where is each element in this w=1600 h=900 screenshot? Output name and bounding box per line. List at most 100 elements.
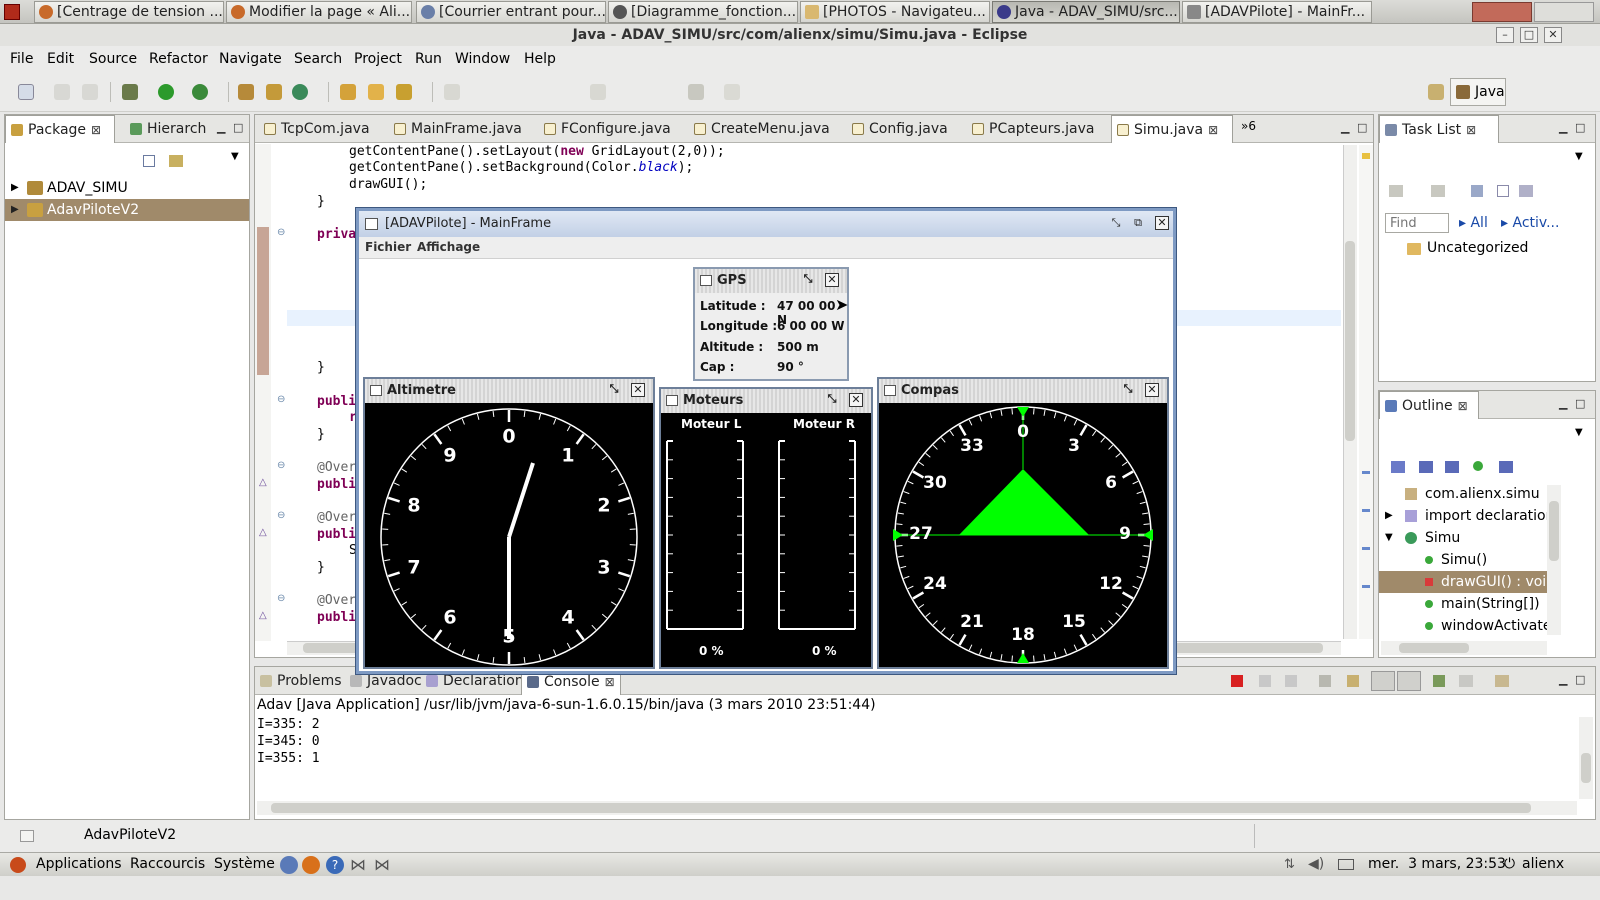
drone-launcher-icon[interactable]: ⋈ xyxy=(374,855,396,875)
clear-console-icon[interactable] xyxy=(1319,675,1331,687)
hide-fields-icon[interactable] xyxy=(1419,461,1433,473)
menu-help[interactable]: Help xyxy=(524,51,556,67)
link-editor-icon[interactable] xyxy=(169,155,183,167)
close-icon[interactable]: ⊠ xyxy=(1208,123,1218,137)
show-on-output-icon[interactable] xyxy=(1371,671,1395,691)
fold-icon[interactable]: ⊖ xyxy=(277,510,285,521)
maximize-view-icon[interactable]: □ xyxy=(1575,121,1585,134)
drone-launcher-icon[interactable]: ⋈ xyxy=(350,855,372,875)
back-icon[interactable] xyxy=(688,84,704,100)
menu-window[interactable]: Window xyxy=(455,51,510,67)
expand-arrow-icon[interactable]: ▶ xyxy=(11,199,19,221)
fold-icon[interactable]: ⊖ xyxy=(277,394,285,405)
tab-config[interactable]: Config.java xyxy=(847,115,967,143)
menu-navigate[interactable]: Navigate xyxy=(219,51,282,67)
workspace-switcher-2[interactable] xyxy=(1534,2,1594,22)
menu-file[interactable]: File xyxy=(10,51,33,67)
expand-arrow-icon[interactable]: ▶ xyxy=(1385,505,1393,527)
close-button[interactable]: ✕ xyxy=(1544,27,1562,43)
scrollbar-thumb[interactable] xyxy=(1345,241,1355,441)
sort-icon[interactable] xyxy=(1391,461,1405,473)
collapse-all-icon[interactable] xyxy=(143,155,155,167)
filter-icon[interactable] xyxy=(1471,185,1483,197)
show-on-error-icon[interactable] xyxy=(1397,671,1421,691)
all-link[interactable]: ▸ All xyxy=(1459,215,1488,231)
taskbar-button-courrier[interactable]: [Courrier entrant pour... xyxy=(416,1,606,23)
menu-run[interactable]: Run xyxy=(415,51,442,67)
moteurs-titlebar[interactable]: Moteurs ⤡ ✕ xyxy=(661,389,871,413)
view-menu-icon[interactable]: ▼ xyxy=(231,151,239,162)
firefox-launcher-icon[interactable] xyxy=(302,856,320,874)
new-java-project-icon[interactable] xyxy=(238,84,254,100)
hide-local-types-icon[interactable] xyxy=(1499,461,1513,473)
menu-applications[interactable]: Applications xyxy=(36,856,122,872)
taskbar-button-eclipse[interactable]: Java - ADAV_SIMU/src... xyxy=(992,1,1180,23)
open-type-icon[interactable] xyxy=(340,84,356,100)
sync-icon[interactable] xyxy=(1519,185,1533,197)
scrollbar-thumb[interactable] xyxy=(1549,501,1559,561)
menu-refactor[interactable]: Refactor xyxy=(149,51,208,67)
close-icon[interactable]: ✕ xyxy=(1155,216,1169,230)
forward-icon[interactable] xyxy=(724,84,740,100)
network-icon[interactable]: ⇅ xyxy=(1284,857,1300,873)
scrollbar-thumb[interactable] xyxy=(1581,753,1591,783)
maximize-view-icon[interactable]: □ xyxy=(1575,673,1585,686)
tree-item-adav-simu[interactable]: ▶ ADAV_SIMU xyxy=(5,177,249,199)
minimize-view-icon[interactable]: ▁ xyxy=(1559,673,1567,686)
iconify-icon[interactable]: ⤡ xyxy=(801,273,815,287)
user-name[interactable]: alienx xyxy=(1522,856,1564,872)
menu-source[interactable]: Source xyxy=(89,51,137,67)
outline-item-selected[interactable]: drawGUI() : voi xyxy=(1379,571,1549,593)
expand-arrow-icon[interactable]: ▶ xyxy=(11,177,19,199)
outline-item[interactable]: main(String[]) xyxy=(1379,593,1549,615)
fold-icon[interactable]: ⊖ xyxy=(277,227,285,238)
fast-view-icon[interactable] xyxy=(20,830,34,842)
next-annotation-icon[interactable] xyxy=(590,84,606,100)
close-icon[interactable]: ✕ xyxy=(1145,383,1159,397)
collapse-arrow-icon[interactable]: ▼ xyxy=(1385,527,1393,549)
outline-item[interactable]: windowActivate xyxy=(1379,615,1549,637)
tab-simu[interactable]: Simu.java ⊠ xyxy=(1111,115,1233,143)
view-menu-icon[interactable]: ▼ xyxy=(1575,427,1583,438)
menu-affichage[interactable]: Affichage xyxy=(417,240,480,254)
help-launcher-icon[interactable]: ? xyxy=(326,856,344,874)
fold-icon[interactable]: ⊖ xyxy=(277,460,285,471)
print-icon[interactable] xyxy=(82,84,98,100)
perspective-java-button[interactable]: Java xyxy=(1450,78,1506,106)
scrollbar-thumb[interactable] xyxy=(1399,643,1469,653)
close-icon[interactable]: ⊠ xyxy=(605,675,615,689)
close-icon[interactable]: ✕ xyxy=(825,273,839,287)
tab-fconfigure[interactable]: FConfigure.java xyxy=(539,115,689,143)
tab-hierarchy[interactable]: Hierarch xyxy=(125,115,206,143)
outline-item[interactable]: Simu() xyxy=(1379,549,1549,571)
new-class-icon[interactable] xyxy=(292,84,308,100)
tab-tcpcom[interactable]: TcpCom.java xyxy=(259,115,387,143)
new-package-icon[interactable] xyxy=(266,84,282,100)
menu-project[interactable]: Project xyxy=(354,51,402,67)
maximize-icon[interactable]: ⧉ xyxy=(1131,216,1145,230)
menu-fichier[interactable]: Fichier xyxy=(365,240,411,254)
open-console-icon[interactable] xyxy=(1495,675,1509,687)
outline-item[interactable]: com.alienx.simu xyxy=(1379,483,1549,505)
gps-titlebar[interactable]: GPS ⤡ ✕ xyxy=(695,269,847,293)
menu-search[interactable]: Search xyxy=(294,51,342,67)
maximize-view-icon[interactable]: □ xyxy=(1357,121,1367,134)
display-console-icon[interactable] xyxy=(1459,675,1473,687)
collapse-icon[interactable] xyxy=(1497,185,1509,197)
fold-icon[interactable]: ⊖ xyxy=(277,593,285,604)
pin-console-icon[interactable] xyxy=(1433,675,1445,687)
tab-package[interactable]: Package ⊠ xyxy=(5,115,115,143)
close-icon[interactable]: ⊠ xyxy=(1466,123,1476,137)
remove-all-icon[interactable] xyxy=(1285,675,1297,687)
power-icon[interactable]: ⏻ xyxy=(1504,856,1515,872)
maximize-view-icon[interactable]: □ xyxy=(1575,397,1585,410)
search-icon[interactable] xyxy=(396,84,412,100)
remove-launch-icon[interactable] xyxy=(1259,675,1271,687)
menu-edit[interactable]: Edit xyxy=(47,51,74,67)
maximize-button[interactable]: □ xyxy=(1520,27,1538,43)
tab-createmenu[interactable]: CreateMenu.java xyxy=(689,115,847,143)
activate-link[interactable]: ▸ Activ... xyxy=(1501,215,1559,231)
scroll-lock-icon[interactable] xyxy=(1347,675,1359,687)
debug-icon[interactable] xyxy=(122,84,138,100)
tab-pcapteurs[interactable]: PCapteurs.java xyxy=(967,115,1107,143)
